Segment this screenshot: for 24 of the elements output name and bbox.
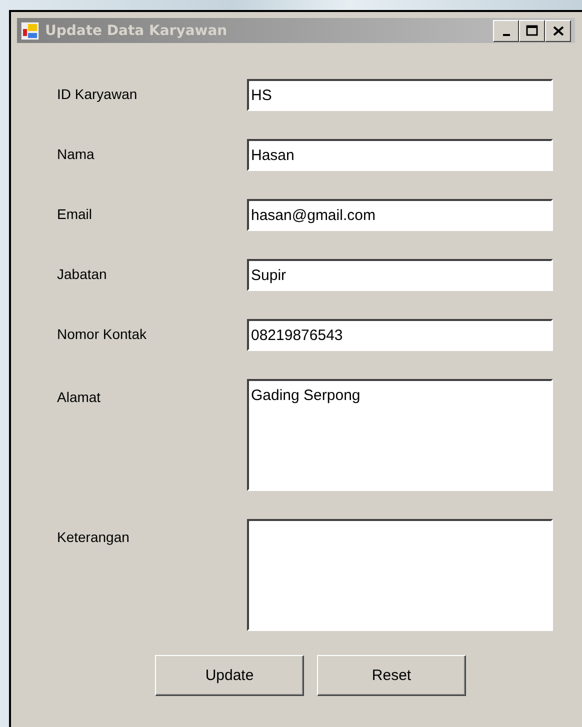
input-field[interactable]: 08219876543 xyxy=(247,319,553,351)
minimize-icon xyxy=(502,34,510,36)
maximize-button[interactable] xyxy=(519,20,545,42)
field-label: Jabatan xyxy=(57,265,108,282)
reset-button[interactable]: Reset xyxy=(317,655,466,696)
field-label: Alamat xyxy=(57,388,102,405)
input-field[interactable]: Hasan xyxy=(247,139,553,171)
app-icon xyxy=(21,22,39,40)
field-label: Email xyxy=(57,205,94,222)
field-label: ID Karyawan xyxy=(57,85,138,102)
field-label: Keterangan xyxy=(57,528,130,545)
input-field[interactable]: hasan@gmail.com xyxy=(247,199,553,231)
text-area[interactable]: Gading Serpong xyxy=(247,379,553,491)
maximize-icon xyxy=(526,25,538,36)
minimize-button[interactable] xyxy=(493,20,519,42)
update-button[interactable]: Update xyxy=(155,655,304,696)
window-title: Update Data Karyawan xyxy=(45,22,228,38)
field-label: Nomor Kontak xyxy=(57,325,148,342)
field-label: Nama xyxy=(57,145,96,162)
close-icon xyxy=(552,26,564,36)
input-field[interactable]: HS xyxy=(247,79,553,111)
text-area[interactable] xyxy=(247,519,553,631)
input-field[interactable]: Supir xyxy=(247,259,553,291)
close-button[interactable] xyxy=(545,20,571,42)
